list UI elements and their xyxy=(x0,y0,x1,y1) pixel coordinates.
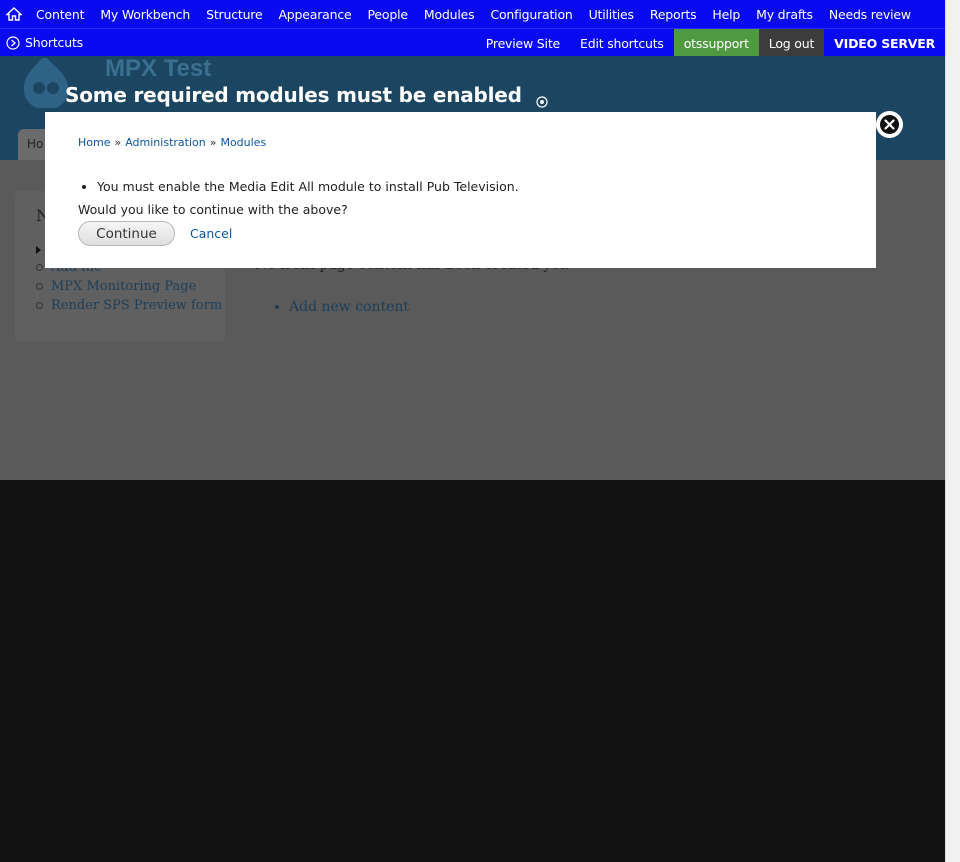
sidebar-link-mpx-monitoring[interactable]: MPX Monitoring Page xyxy=(36,279,222,294)
close-icon[interactable] xyxy=(876,111,903,138)
menu-item-structure[interactable]: Structure xyxy=(206,7,263,22)
add-new-content-link[interactable]: Add new content xyxy=(275,299,409,315)
toolbar-user-links: Preview Site Edit shortcuts otssupport L… xyxy=(476,29,945,57)
shortcuts-bar: Shortcuts Preview Site Edit shortcuts ot… xyxy=(0,28,945,57)
breadcrumb-home[interactable]: Home xyxy=(78,136,110,149)
toolbar-menu: Content My Workbench Structure Appearanc… xyxy=(0,0,945,28)
continue-button[interactable]: Continue xyxy=(78,221,175,246)
menu-item-modules[interactable]: Modules xyxy=(424,7,475,22)
modal-dialog: Home» Administration» Modules You must ena… xyxy=(45,112,876,268)
menu-item-help[interactable]: Help xyxy=(712,7,740,22)
page-scrollbar[interactable] xyxy=(945,0,960,862)
menu-item-my-drafts[interactable]: My drafts xyxy=(756,7,813,22)
logout-link[interactable]: Log out xyxy=(758,29,825,57)
preview-site-link[interactable]: Preview Site xyxy=(476,29,570,57)
menu-item-configuration[interactable]: Configuration xyxy=(490,7,572,22)
menu-item-content[interactable]: Content xyxy=(36,7,85,22)
menu-item-my-workbench[interactable]: My Workbench xyxy=(100,7,190,22)
overlay-title-text: Some required modules must be enabled xyxy=(65,83,522,107)
overlay-expand-icon[interactable] xyxy=(536,89,548,108)
home-icon[interactable] xyxy=(5,6,23,22)
breadcrumb: Home» Administration» Modules xyxy=(78,136,266,149)
breadcrumb-administration[interactable]: Administration xyxy=(125,136,206,149)
site-label: VIDEO SERVER xyxy=(834,35,935,51)
menu-item-needs-review[interactable]: Needs review xyxy=(829,7,911,22)
breadcrumb-separator: » xyxy=(209,136,217,149)
shortcuts-toggle-icon xyxy=(6,35,20,50)
edit-shortcuts-link[interactable]: Edit shortcuts xyxy=(570,29,674,57)
site-name[interactable]: MPX Test xyxy=(105,56,211,83)
menu-item-people[interactable]: People xyxy=(368,7,409,22)
menu-item-appearance[interactable]: Appearance xyxy=(278,7,351,22)
shortcuts-toggle[interactable]: Shortcuts xyxy=(6,35,83,50)
menu-item-utilities[interactable]: Utilities xyxy=(589,7,634,22)
confirm-question: Would you like to continue with the abov… xyxy=(78,202,348,217)
cancel-link[interactable]: Cancel xyxy=(190,226,232,241)
admin-toolbar: Content My Workbench Structure Appearanc… xyxy=(0,0,945,57)
sidebar-link-render-sps[interactable]: Render SPS Preview form xyxy=(36,298,222,313)
menu-item-reports[interactable]: Reports xyxy=(650,7,697,22)
breadcrumb-separator: » xyxy=(114,136,122,149)
user-account-link[interactable]: otssupport xyxy=(673,29,759,57)
breadcrumb-modules[interactable]: Modules xyxy=(220,136,266,149)
collapsed-arrow-icon[interactable] xyxy=(36,246,41,254)
required-module-message: You must enable the Media Edit All modul… xyxy=(97,179,519,194)
sidebar-links: Add file MPX Monitoring Page Render SPS … xyxy=(36,260,222,317)
shortcuts-label: Shortcuts xyxy=(25,35,83,50)
overlay-title: Some required modules must be enabled xyxy=(65,83,548,108)
